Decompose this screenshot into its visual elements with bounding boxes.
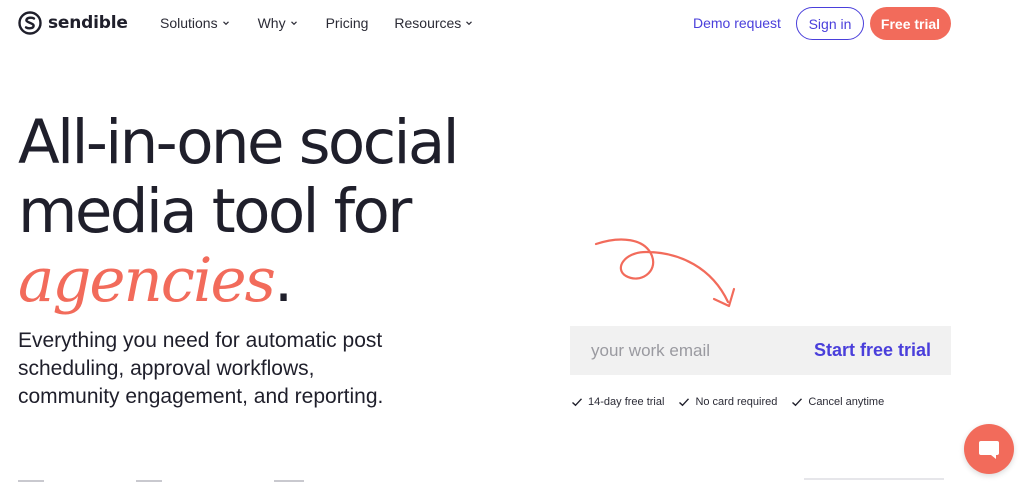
chevron-down-icon — [466, 21, 473, 26]
curly-arrow-icon — [594, 238, 736, 308]
sign-in-button[interactable]: Sign in — [796, 7, 864, 40]
brand-logo[interactable]: sendible — [18, 11, 128, 35]
start-free-trial-button[interactable]: Start free trial — [814, 340, 931, 361]
hero-accent-word: agencies — [18, 245, 276, 316]
free-trial-button[interactable]: Free trial — [870, 7, 951, 40]
hero-title-line: agencies. — [18, 246, 457, 315]
check-icon — [679, 398, 690, 407]
demo-request-link[interactable]: Demo request — [693, 15, 781, 31]
benefit-item: Cancel anytime — [791, 396, 884, 408]
nav-item-label: Why — [257, 15, 286, 31]
benefit-item: 14-day free trial — [571, 396, 664, 408]
hero-title: All-in-one social media tool for agencie… — [18, 107, 460, 315]
brand-name: sendible — [48, 13, 128, 33]
signup-benefits: 14-day free trial No card required Cance… — [571, 396, 884, 408]
benefit-label: Cancel anytime — [808, 396, 885, 408]
hero-title-line: All-in-one social — [18, 107, 460, 178]
hero-title-line: media tool for — [18, 176, 412, 247]
sendible-logo-icon — [18, 11, 42, 35]
nav-item-resources[interactable]: Resources — [394, 15, 474, 31]
signup-form: Start free trial — [570, 326, 951, 375]
check-icon — [792, 398, 803, 407]
nav-item-pricing[interactable]: Pricing — [326, 15, 369, 31]
benefit-label: 14-day free trial — [588, 396, 665, 408]
hero-period: . — [273, 245, 293, 316]
nav-item-label: Resources — [394, 15, 462, 31]
main-nav: Solutions Why Pricing Resources — [160, 15, 474, 31]
nav-item-label: Solutions — [160, 15, 218, 31]
partial-content-strip — [18, 478, 318, 482]
nav-item-why[interactable]: Why — [258, 15, 299, 31]
nav-item-solutions[interactable]: Solutions — [160, 15, 231, 31]
chat-bubble-icon — [979, 441, 999, 459]
benefit-item: No card required — [678, 396, 777, 408]
chevron-down-icon — [290, 21, 297, 26]
chat-launcher-button[interactable] — [964, 424, 1014, 474]
partial-content-edge — [804, 478, 944, 480]
nav-item-label: Pricing — [325, 15, 369, 31]
email-input[interactable] — [570, 340, 790, 361]
site-header: sendible Solutions Why Pricing Resources… — [0, 0, 1024, 48]
hero-subtitle: Everything you need for automatic post s… — [18, 329, 384, 408]
chevron-down-icon — [222, 21, 229, 26]
benefit-label: No card required — [695, 396, 778, 408]
check-icon — [572, 398, 583, 407]
